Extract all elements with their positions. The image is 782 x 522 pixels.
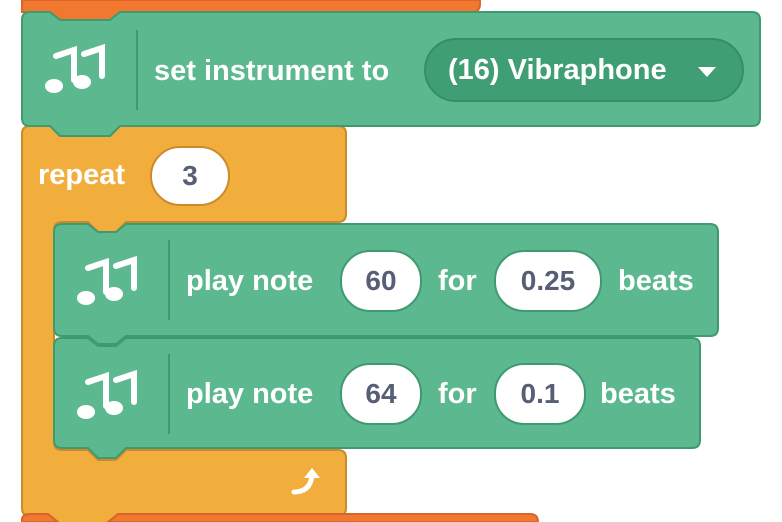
instrument-dropdown[interactable]: (16) Vibraphone	[424, 38, 744, 102]
icon-divider	[136, 30, 138, 110]
beats-input[interactable]: 0.25	[494, 250, 602, 312]
repeat-label: repeat	[38, 159, 126, 191]
caret-down-icon	[698, 67, 716, 77]
for-label: for	[438, 265, 477, 297]
note-input[interactable]: 60	[340, 250, 422, 312]
beats-label: beats	[600, 378, 676, 410]
for-label: for	[438, 378, 477, 410]
play-note-label: play note	[186, 265, 314, 297]
repeat-count-input[interactable]: 3	[150, 146, 230, 206]
play-note-label: play note	[186, 378, 314, 410]
note-input[interactable]: 64	[340, 363, 422, 425]
set-instrument-label: set instrument to	[154, 55, 390, 87]
icon-divider	[168, 354, 170, 434]
beats-label: beats	[618, 265, 694, 297]
instrument-dropdown-value: (16) Vibraphone	[448, 53, 667, 86]
icon-divider	[168, 240, 170, 320]
beats-input[interactable]: 0.1	[494, 363, 586, 425]
